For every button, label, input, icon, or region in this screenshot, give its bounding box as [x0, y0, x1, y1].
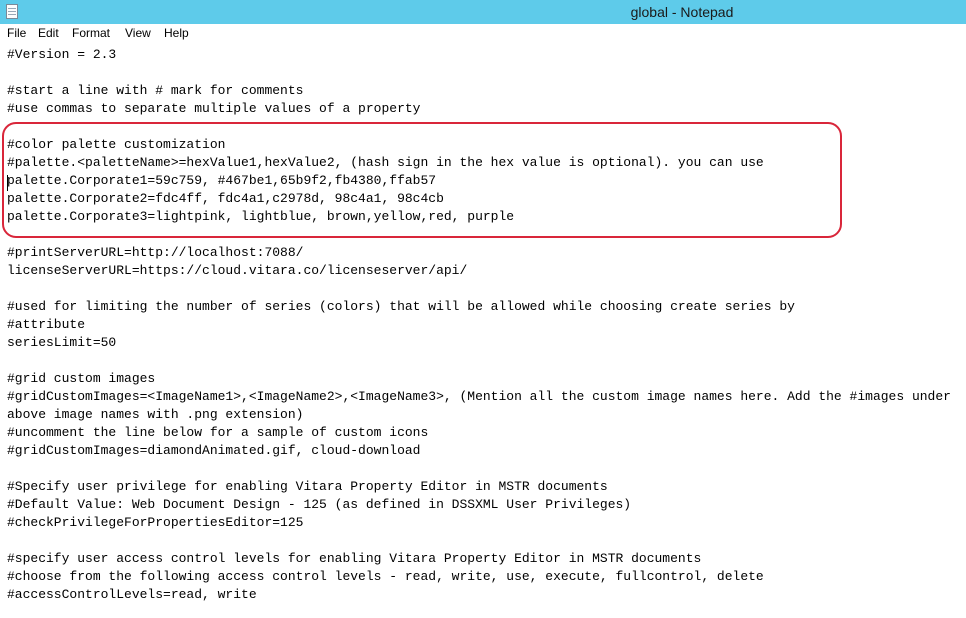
menu-file[interactable]: File: [7, 26, 26, 40]
text-line: #accessControlLevels=read, write: [7, 587, 257, 602]
text-line: #printServerURL=http://localhost:7088/: [7, 245, 304, 260]
text-line: above image names with .png extension): [7, 407, 304, 422]
menu-view[interactable]: View: [125, 26, 151, 40]
text-editor[interactable]: #Version = 2.3 #start a line with # mark…: [0, 44, 966, 618]
text-line: #choose from the following access contro…: [7, 569, 764, 584]
text-line: #uncomment the line below for a sample o…: [7, 425, 429, 440]
text-line: #specify user access control levels for …: [7, 551, 702, 566]
text-line: #checkPrivilegeForPropertiesEditor=125: [7, 515, 304, 530]
menu-format[interactable]: Format: [72, 26, 110, 40]
text-line: #attribute: [7, 317, 86, 332]
menu-bar: File Edit Format View Help: [0, 24, 966, 44]
text-line: #grid custom images: [7, 371, 156, 386]
text-line: #gridCustomImages=diamondAnimated.gif, c…: [7, 443, 421, 458]
text-line: #Specify user privilege for enabling Vit…: [7, 479, 608, 494]
text-line: #use commas to separate multiple values …: [7, 101, 421, 116]
palette-highlight-box: [2, 122, 842, 238]
text-line: #Default Value: Web Document Design - 12…: [7, 497, 632, 512]
text-line: seriesLimit=50: [7, 335, 117, 350]
text-line: #used for limiting the number of series …: [7, 299, 795, 314]
menu-edit[interactable]: Edit: [38, 26, 59, 40]
title-bar[interactable]: global - Notepad: [0, 0, 966, 24]
text-line: licenseServerURL=https://cloud.vitara.co…: [7, 263, 468, 278]
text-line: #gridCustomImages=<ImageName1>,<ImageNam…: [7, 389, 951, 404]
text-line: #Version = 2.3: [7, 47, 117, 62]
menu-help[interactable]: Help: [164, 26, 189, 40]
window-title: global - Notepad: [630, 4, 734, 20]
text-line: #start a line with # mark for comments: [7, 83, 304, 98]
